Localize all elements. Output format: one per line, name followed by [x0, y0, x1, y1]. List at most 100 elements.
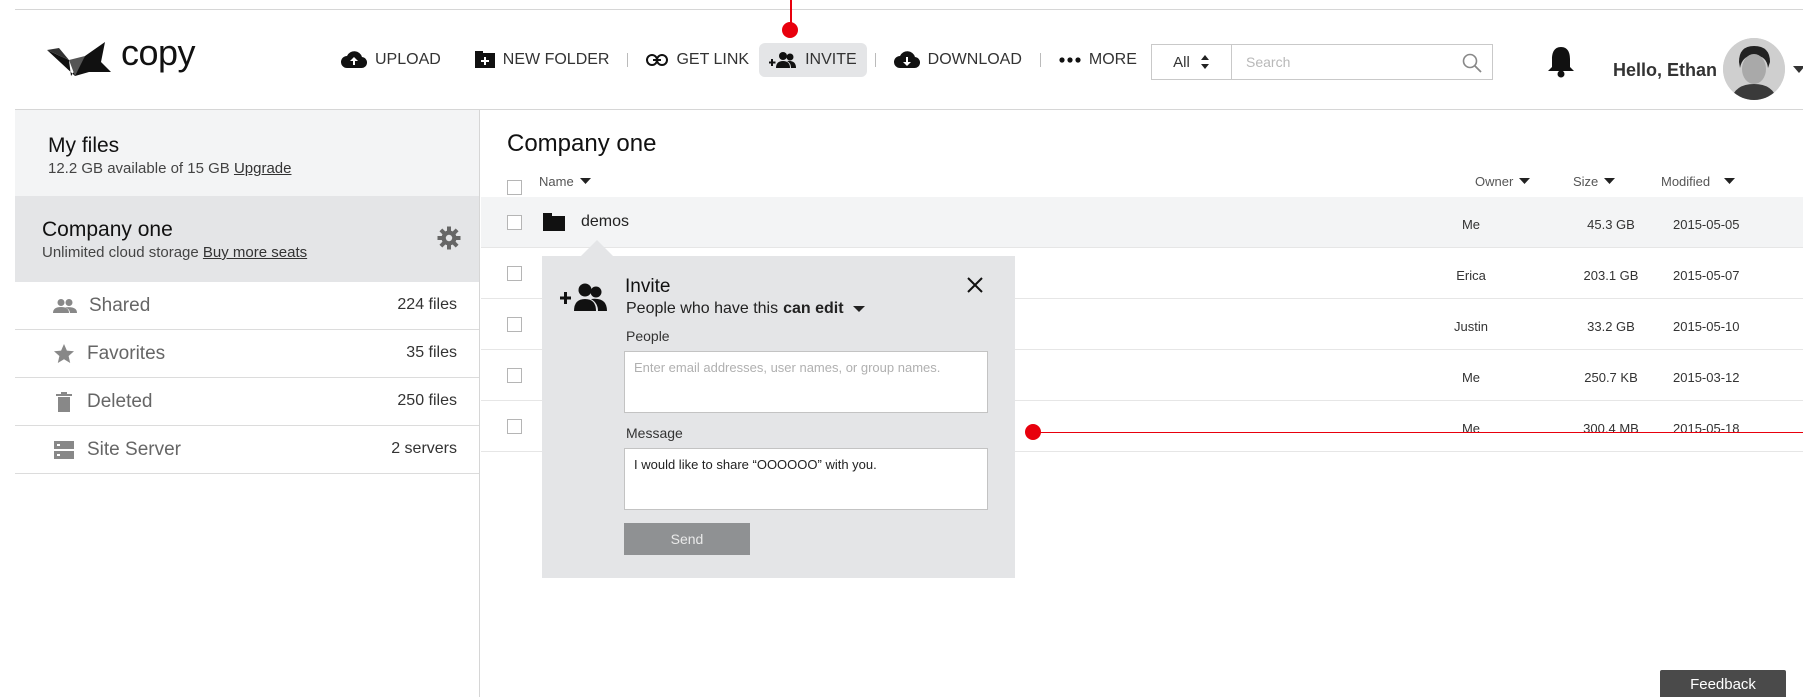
download-button[interactable]: DOWNLOAD [884, 43, 1032, 77]
new-folder-button[interactable]: NEW FOLDER [465, 43, 620, 77]
invite-label: INVITE [805, 51, 857, 68]
file-modified: 2015-05-07 [1673, 268, 1740, 283]
sidebar-item-count: 224 files [397, 296, 457, 313]
search-box: All [1151, 44, 1493, 80]
sidebar-item-label: Shared [89, 294, 151, 316]
company-panel[interactable]: Company one Unlimited cloud storage Buy … [15, 196, 479, 282]
my-files-panel[interactable]: My files 12.2 GB available of 15 GB Upgr… [15, 110, 479, 196]
notification-bell-icon[interactable] [1546, 44, 1576, 78]
folder-icon [543, 213, 565, 231]
download-label: DOWNLOAD [927, 51, 1022, 68]
sidebar-item-site-server[interactable]: Site Server 2 servers [15, 426, 479, 474]
logo-text: copy [121, 32, 196, 73]
sort-size-button[interactable]: Size [1573, 174, 1616, 189]
file-owner: Me [1461, 217, 1481, 232]
upload-label: UPLOAD [375, 51, 441, 68]
user-avatar[interactable] [1723, 38, 1785, 100]
people-input[interactable] [624, 351, 988, 413]
feedback-button[interactable]: Feedback [1660, 670, 1786, 697]
sort-owner-button[interactable]: Owner [1475, 174, 1531, 189]
row-checkbox[interactable] [507, 266, 522, 281]
copy-logo[interactable]: copy [45, 28, 196, 78]
gear-icon[interactable] [437, 226, 461, 250]
sidebar-item-count: 250 files [397, 392, 457, 409]
more-button[interactable]: MORE [1049, 43, 1147, 77]
sort-name-button[interactable]: Name [539, 174, 591, 189]
sidebar: My files 12.2 GB available of 15 GB Upgr… [15, 110, 480, 697]
column-header: Name Owner Size Modified [507, 170, 1803, 198]
file-modified: 2015-03-12 [1673, 370, 1740, 385]
annotation-dot [1025, 424, 1041, 440]
page-title: Company one [507, 130, 657, 157]
file-modified: 2015-05-05 [1673, 217, 1740, 232]
toolbar-divider [1039, 53, 1041, 67]
column-owner-label: Owner [1475, 174, 1514, 189]
toolbar-divider [627, 53, 629, 67]
people-icon [53, 298, 77, 313]
row-checkbox[interactable] [507, 368, 522, 383]
my-files-storage-text: 12.2 GB available of 15 GB [48, 160, 230, 177]
sidebar-item-label: Site Server [87, 438, 181, 460]
sidebar-item-deleted[interactable]: Deleted 250 files [15, 378, 479, 426]
invite-button[interactable]: INVITE [759, 43, 867, 77]
user-photo-icon [1723, 38, 1785, 100]
annotation-dot [782, 22, 798, 38]
add-people-icon [560, 283, 607, 311]
select-all-checkbox[interactable] [507, 180, 522, 195]
more-dots-icon [1059, 57, 1081, 63]
row-checkbox[interactable] [507, 215, 522, 230]
cloud-download-icon [893, 51, 920, 69]
row-checkbox[interactable] [507, 419, 522, 434]
sidebar-item-shared[interactable]: Shared 224 files [15, 282, 479, 330]
column-size-label: Size [1573, 174, 1599, 189]
my-files-title: My files [48, 134, 120, 157]
permission-selector[interactable]: People who have this can edit [626, 300, 865, 318]
file-size: 33.2 GB [1587, 319, 1635, 334]
action-toolbar: UPLOAD NEW FOLDER GET LINK INVITE DOWNLO… [331, 42, 1147, 78]
invite-popover-pointer [580, 240, 614, 257]
caret-down-icon [1604, 178, 1616, 184]
file-size: 300.4 MB [1583, 421, 1639, 436]
file-size: 45.3 GB [1587, 217, 1635, 232]
file-name: demos [581, 213, 630, 230]
top-header: copy UPLOAD NEW FOLDER GET LINK INVITE D… [15, 10, 1803, 110]
search-input[interactable] [1232, 45, 1492, 79]
company-storage-text: Unlimited cloud storage [42, 244, 199, 261]
upgrade-link[interactable]: Upgrade [234, 160, 292, 177]
upload-button[interactable]: UPLOAD [331, 43, 451, 77]
get-link-button[interactable]: GET LINK [636, 43, 759, 77]
message-input[interactable]: I would like to share “OOOOOO” with you. [624, 448, 988, 510]
sidebar-item-label: Deleted [87, 390, 153, 412]
paper-crane-logo-icon [47, 42, 111, 76]
toolbar-divider [874, 53, 876, 67]
file-owner: Me [1461, 421, 1481, 436]
caret-down-icon [1519, 178, 1531, 184]
sidebar-item-label: Favorites [87, 342, 166, 364]
send-button[interactable]: Send [624, 523, 750, 555]
my-files-storage: 12.2 GB available of 15 GB Upgrade [48, 160, 446, 177]
caret-down-icon [852, 305, 865, 312]
file-modified: 2015-05-10 [1673, 319, 1740, 334]
permission-value: can edit [783, 300, 844, 317]
file-owner: Justin [1454, 319, 1488, 334]
buy-more-seats-link[interactable]: Buy more seats [203, 244, 307, 261]
sidebar-item-favorites[interactable]: Favorites 35 files [15, 330, 479, 378]
get-link-label: GET LINK [676, 51, 750, 68]
row-checkbox[interactable] [507, 317, 522, 332]
search-icon[interactable] [1462, 53, 1482, 73]
company-title: Company one [42, 218, 173, 241]
file-owner: Me [1461, 370, 1481, 385]
search-scope-select[interactable]: All [1152, 45, 1232, 79]
add-folder-icon [474, 51, 495, 68]
user-menu-caret-icon[interactable] [1793, 66, 1803, 74]
company-storage: Unlimited cloud storage Buy more seats [42, 244, 452, 261]
user-greeting: Hello, Ethan [1613, 60, 1718, 80]
server-icon [54, 440, 74, 459]
add-people-icon [769, 52, 797, 68]
sort-modified-button[interactable]: Modified [1661, 174, 1736, 189]
new-folder-label: NEW FOLDER [502, 51, 610, 68]
close-icon[interactable] [966, 276, 984, 294]
table-row[interactable]: demos Me 45.3 GB 2015-05-05 [481, 197, 1803, 248]
file-owner: Erica [1456, 268, 1486, 283]
invite-popover: Invite People who have this can edit Peo… [542, 256, 1015, 578]
